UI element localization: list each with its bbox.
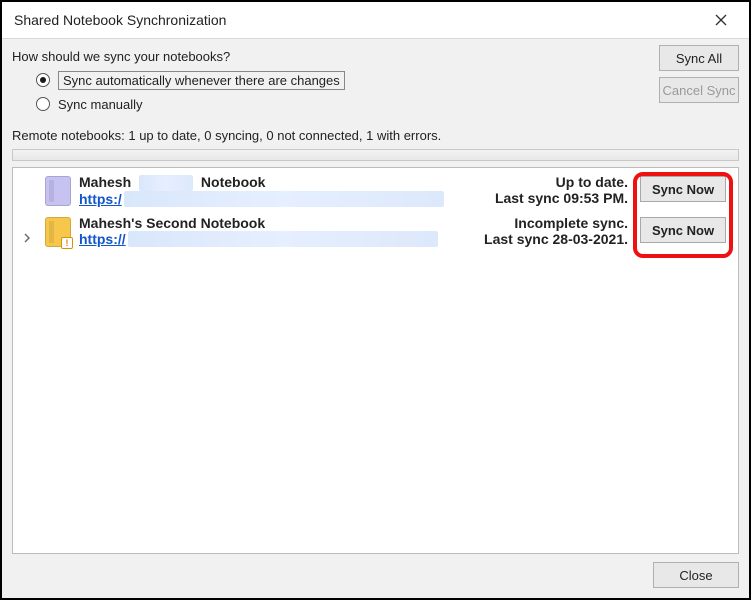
- notebook-status: Incomplete sync. Last sync 28-03-2021.: [462, 215, 632, 247]
- notebook-row: Mahesh Notebook https:/ Up to date. Last…: [13, 168, 738, 209]
- sync-now-button[interactable]: Sync Now: [640, 217, 726, 243]
- radio-auto-label: Sync automatically whenever there are ch…: [58, 71, 345, 90]
- notebook-icon: !: [45, 217, 71, 247]
- notebook-title: Mahesh Notebook: [79, 174, 454, 191]
- radio-auto-row[interactable]: Sync automatically whenever there are ch…: [36, 68, 651, 92]
- progress-bar-placeholder: [12, 149, 739, 161]
- sync-mode-radio-group: Sync automatically whenever there are ch…: [12, 64, 651, 120]
- redacted-text: [139, 175, 193, 191]
- remote-status-line: Remote notebooks: 1 up to date, 0 syncin…: [12, 124, 739, 149]
- expander-toggle[interactable]: [23, 215, 37, 246]
- notebook-title: Mahesh's Second Notebook: [79, 215, 454, 231]
- notebook-url-link[interactable]: https:/: [79, 191, 122, 207]
- close-button[interactable]: [703, 8, 739, 32]
- sync-question-block: How should we sync your notebooks? Sync …: [12, 45, 651, 124]
- warning-badge-icon: !: [61, 237, 73, 249]
- notebook-status-primary: Incomplete sync.: [462, 215, 628, 231]
- sync-now-button[interactable]: Sync Now: [640, 176, 726, 202]
- radio-manual[interactable]: [36, 97, 50, 111]
- top-right-buttons: Sync All Cancel Sync: [659, 45, 739, 103]
- expander-placeholder: [23, 174, 37, 192]
- notebook-status: Up to date. Last sync 09:53 PM.: [462, 174, 632, 206]
- radio-manual-label: Sync manually: [58, 97, 143, 112]
- notebook-row: ! Mahesh's Second Notebook https:// Inco…: [13, 209, 738, 249]
- chevron-right-icon: [23, 233, 31, 243]
- sync-button-column: Sync Now: [640, 174, 728, 202]
- radio-manual-row[interactable]: Sync manually: [36, 92, 651, 116]
- notebook-info: Mahesh's Second Notebook https://: [79, 215, 454, 247]
- close-dialog-button[interactable]: Close: [653, 562, 739, 588]
- notebook-title-suffix: Notebook: [201, 174, 266, 190]
- cancel-sync-button: Cancel Sync: [659, 77, 739, 103]
- redacted-url: [124, 191, 444, 207]
- top-row: How should we sync your notebooks? Sync …: [12, 45, 739, 124]
- sync-question-text: How should we sync your notebooks?: [12, 49, 651, 64]
- notebook-title-prefix: Mahesh's Second Notebook: [79, 215, 265, 231]
- notebook-title-prefix: Mahesh: [79, 174, 131, 190]
- close-icon: [715, 14, 727, 26]
- window-title: Shared Notebook Synchronization: [14, 12, 226, 28]
- notebook-url-link[interactable]: https://: [79, 231, 126, 247]
- notebook-info: Mahesh Notebook https:/: [79, 174, 454, 207]
- dialog-content: How should we sync your notebooks? Sync …: [2, 38, 749, 598]
- notebook-status-secondary: Last sync 09:53 PM.: [462, 190, 628, 206]
- dialog-footer: Close: [12, 554, 739, 588]
- radio-auto[interactable]: [36, 73, 50, 87]
- notebook-link-line: https://: [79, 231, 454, 247]
- notebook-link-line: https:/: [79, 191, 454, 207]
- notebook-status-secondary: Last sync 28-03-2021.: [462, 231, 628, 247]
- titlebar: Shared Notebook Synchronization: [2, 2, 749, 38]
- notebook-list: Mahesh Notebook https:/ Up to date. Last…: [12, 167, 739, 554]
- redacted-url: [128, 231, 438, 247]
- sync-button-column: Sync Now: [640, 215, 728, 243]
- notebook-status-primary: Up to date.: [462, 174, 628, 190]
- notebook-icon: [45, 176, 71, 206]
- sync-all-button[interactable]: Sync All: [659, 45, 739, 71]
